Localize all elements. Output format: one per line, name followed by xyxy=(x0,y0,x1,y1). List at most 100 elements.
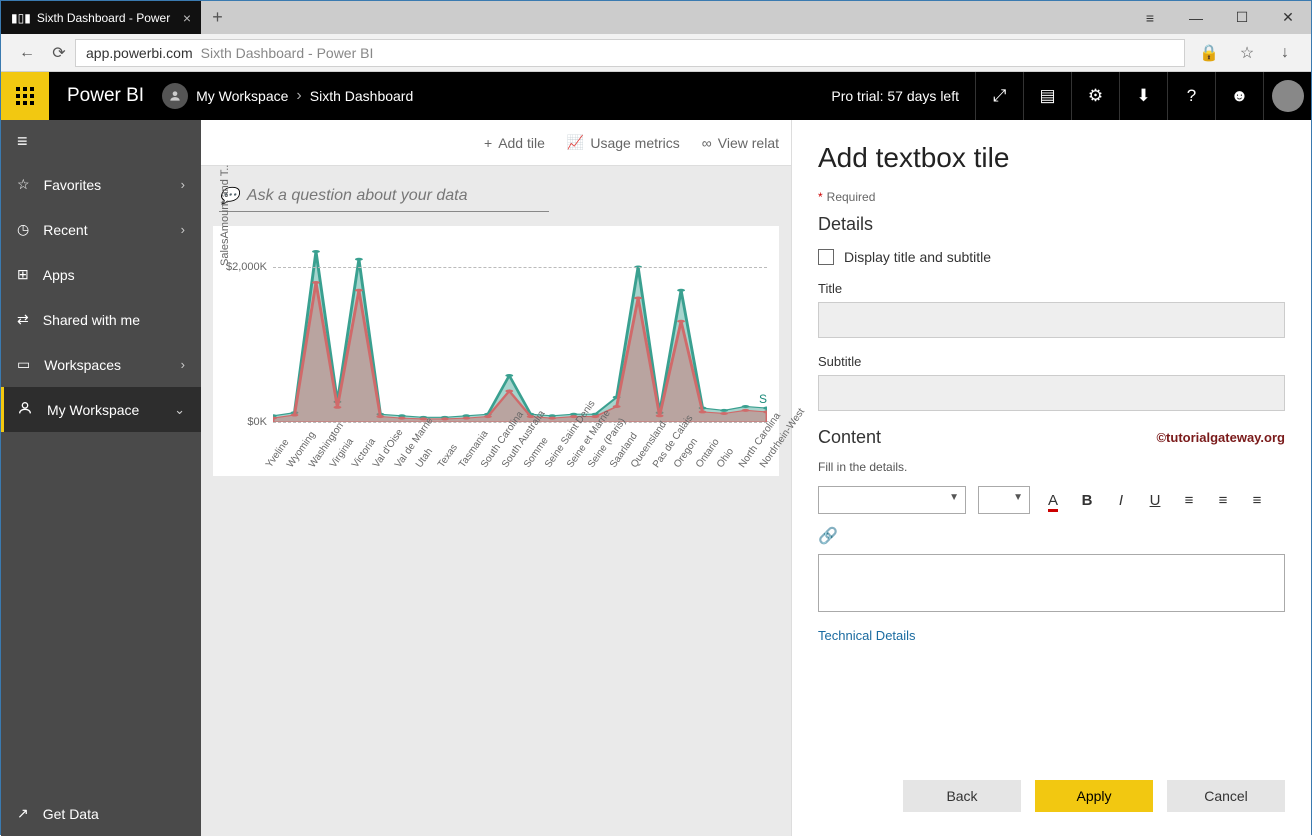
browser-tab-strip: ▮▯▮ Sixth Dashboard - Power × + ≡ — ☐ ✕ xyxy=(1,1,1311,34)
url-host: app.powerbi.com xyxy=(86,45,193,61)
chart-tile[interactable]: SalesAmount and T.. $2,000K$0K YvelineWy… xyxy=(213,226,779,476)
content-hint: Fill in the details. xyxy=(818,460,1285,474)
sidebar-item-shared[interactable]: ⇄ Shared with me xyxy=(1,297,201,342)
chevron-right-icon: › xyxy=(296,87,301,105)
fullscreen-icon[interactable]: ⤢ xyxy=(975,72,1023,120)
browser-tab[interactable]: ▮▯▮ Sixth Dashboard - Power × xyxy=(1,1,201,34)
y-axis-label: SalesAmount and T.. xyxy=(219,165,231,266)
add-tile-panel: Add textbox tile *Required Details Displ… xyxy=(791,120,1311,836)
chart-svg xyxy=(273,236,767,422)
tab-title: Sixth Dashboard - Power xyxy=(37,11,170,25)
chart-plot-area: $2,000K$0K xyxy=(273,236,767,422)
breadcrumb-workspace[interactable]: My Workspace xyxy=(196,88,288,104)
apps-icon: ⊞ xyxy=(17,266,29,283)
font-size-select[interactable] xyxy=(978,486,1030,514)
user-avatar[interactable] xyxy=(1263,72,1311,120)
app-launcher[interactable] xyxy=(1,72,49,120)
related-icon: ∞ xyxy=(702,135,712,151)
bold-button[interactable]: B xyxy=(1076,492,1098,509)
chevron-right-icon: › xyxy=(181,177,185,192)
menu-icon[interactable]: ≡ xyxy=(1127,1,1173,34)
technical-details-link[interactable]: Technical Details xyxy=(818,628,1285,643)
new-tab-button[interactable]: + xyxy=(201,1,234,34)
checkbox-icon[interactable] xyxy=(818,249,834,265)
dashboard-toolbar: +Add tile 📈Usage metrics ∞View relat xyxy=(201,120,791,166)
sidebar-item-workspaces[interactable]: ▭ Workspaces › xyxy=(1,342,201,387)
format-toolbar: A B I U ≡ ≡ ≡ xyxy=(818,486,1285,514)
bar-chart-icon: ▮▯▮ xyxy=(11,11,31,25)
notifications-icon[interactable]: ▤ xyxy=(1023,72,1071,120)
view-related-button[interactable]: ∞View relat xyxy=(702,135,779,151)
feedback-icon[interactable]: ☻ xyxy=(1215,72,1263,120)
add-tile-button[interactable]: +Add tile xyxy=(484,135,545,151)
watermark: ©tutorialgateway.org xyxy=(1156,430,1285,445)
chevron-right-icon: › xyxy=(181,222,185,237)
close-button[interactable]: ✕ xyxy=(1265,1,1311,34)
font-color-button[interactable]: A xyxy=(1042,492,1064,509)
sidebar-item-get-data[interactable]: ↗ Get Data xyxy=(1,791,201,836)
align-center-button[interactable]: ≡ xyxy=(1212,492,1234,509)
lock-icon[interactable]: 🔒 xyxy=(1193,43,1225,63)
sidebar-item-my-workspace[interactable]: My Workspace ⌄ xyxy=(1,387,201,432)
download-icon[interactable]: ⬇ xyxy=(1119,72,1167,120)
back-button[interactable]: Back xyxy=(903,780,1021,812)
chart-legend: S xyxy=(759,392,767,406)
subtitle-input[interactable] xyxy=(818,375,1285,411)
close-icon[interactable]: × xyxy=(183,10,191,26)
app-header: Power BI My Workspace › Sixth Dashboard … xyxy=(1,72,1311,120)
url-path: Sixth Dashboard - Power BI xyxy=(201,45,374,61)
sidebar-item-recent[interactable]: ◷ Recent › xyxy=(1,207,201,252)
minimize-button[interactable]: — xyxy=(1173,1,1219,34)
clock-icon: ◷ xyxy=(17,221,29,238)
download-icon[interactable]: ↓ xyxy=(1269,43,1301,63)
subtitle-label: Subtitle xyxy=(818,354,1285,369)
apply-button[interactable]: Apply xyxy=(1035,780,1153,812)
sidebar-item-label: Favorites xyxy=(44,177,102,193)
content-editor[interactable] xyxy=(818,554,1285,612)
x-axis-labels: YvelineWyomingWashingtonVirginiaVictoria… xyxy=(273,422,767,470)
metrics-icon: 📈 xyxy=(567,134,584,151)
maximize-button[interactable]: ☐ xyxy=(1219,1,1265,34)
title-label: Title xyxy=(818,281,1285,296)
arrow-down-icon: ↗ xyxy=(17,805,29,822)
qa-placeholder: Ask a question about your data xyxy=(247,187,468,205)
checkbox-label: Display title and subtitle xyxy=(844,249,991,265)
url-input[interactable]: app.powerbi.com Sixth Dashboard - Power … xyxy=(75,39,1185,67)
app-name: Power BI xyxy=(67,85,144,107)
sidebar-item-label: Shared with me xyxy=(43,312,140,328)
details-heading: Details xyxy=(818,214,1285,235)
chevron-right-icon: › xyxy=(181,357,185,372)
underline-button[interactable]: U xyxy=(1144,492,1166,509)
align-right-button[interactable]: ≡ xyxy=(1246,492,1268,509)
main-content: +Add tile 📈Usage metrics ∞View relat 💬 A… xyxy=(201,120,791,836)
link-button[interactable]: 🔗 xyxy=(818,526,1285,546)
sidebar-item-label: Apps xyxy=(43,267,75,283)
sidebar: ≡ ☆ Favorites › ◷ Recent › ⊞ Apps ⇄ Shar… xyxy=(1,120,201,836)
cancel-button[interactable]: Cancel xyxy=(1167,780,1285,812)
settings-icon[interactable]: ⚙ xyxy=(1071,72,1119,120)
back-button[interactable]: ← xyxy=(11,44,43,62)
plus-icon: + xyxy=(484,135,492,151)
sidebar-item-label: Recent xyxy=(43,222,87,238)
breadcrumb-item[interactable]: Sixth Dashboard xyxy=(310,88,414,104)
sidebar-item-apps[interactable]: ⊞ Apps xyxy=(1,252,201,297)
sidebar-item-favorites[interactable]: ☆ Favorites › xyxy=(1,162,201,207)
person-icon xyxy=(17,400,33,419)
display-title-checkbox-row[interactable]: Display title and subtitle xyxy=(818,249,1285,265)
help-icon[interactable]: ? xyxy=(1167,72,1215,120)
qa-input[interactable]: 💬 Ask a question about your data xyxy=(219,180,549,212)
font-family-select[interactable] xyxy=(818,486,966,514)
hamburger-icon[interactable]: ≡ xyxy=(1,120,201,162)
refresh-button[interactable]: ⟳ xyxy=(43,43,75,63)
content-heading: Content xyxy=(818,427,881,448)
usage-metrics-button[interactable]: 📈Usage metrics xyxy=(567,134,680,151)
chevron-down-icon: ⌄ xyxy=(174,402,185,418)
align-left-button[interactable]: ≡ xyxy=(1178,492,1200,509)
trial-status: Pro trial: 57 days left xyxy=(815,88,975,104)
title-input[interactable] xyxy=(818,302,1285,338)
share-icon: ⇄ xyxy=(17,311,29,328)
favorite-icon[interactable]: ☆ xyxy=(1231,43,1263,63)
address-bar: ← ⟳ app.powerbi.com Sixth Dashboard - Po… xyxy=(1,34,1311,72)
required-note: *Required xyxy=(818,190,1285,204)
italic-button[interactable]: I xyxy=(1110,492,1132,509)
